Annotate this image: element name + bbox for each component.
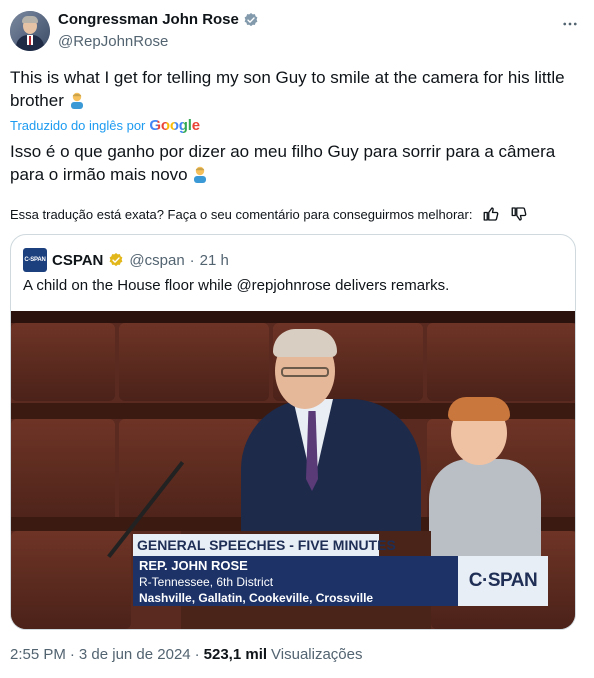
translation-feedback: Essa tradução está exata? Faça o seu com… [10, 205, 528, 223]
glasses [281, 367, 329, 377]
quoted-tweet-age: 21 h [199, 251, 229, 269]
google-logo: Google [149, 117, 200, 134]
quoted-tweet-text: A child on the House floor while @repjoh… [23, 277, 450, 294]
man-shrugging-emoji-icon [194, 166, 207, 183]
more-options-icon[interactable] [560, 14, 580, 34]
tweet-footer: 2:55 PM · 3 de jun de 2024 · 523,1 mil V… [10, 646, 363, 663]
quoted-tweet[interactable]: C-SPAN CSPAN @cspan · 21 h A child on th… [10, 234, 576, 630]
quoted-author-name[interactable]: CSPAN [52, 252, 103, 269]
verified-organization-badge-icon [110, 253, 123, 267]
author-avatar[interactable] [10, 11, 50, 51]
quoted-tweet-header: C-SPAN CSPAN @cspan · 21 h [23, 248, 229, 272]
lower-third-district: R-Tennessee, 6th District [139, 575, 274, 589]
tweet-header: Congressman John Rose @RepJohnRose [10, 10, 584, 54]
translated-text: Isso é o que ganho por dizer ao meu filh… [10, 140, 576, 186]
lower-third-name: REP. JOHN ROSE [139, 558, 248, 573]
separator-dot: · [194, 646, 200, 663]
views-count: 523,1 mil [203, 646, 268, 663]
tweet-text-body: This is what I get for telling my son Gu… [10, 68, 565, 110]
quoted-author-handle: @cspan [129, 251, 185, 269]
translated-by-label: Traduzido do inglês por [10, 118, 146, 133]
cspan-avatar[interactable]: C-SPAN [23, 248, 47, 272]
man-shrugging-emoji-icon [70, 92, 83, 109]
lower-third-towns: Nashville, Gallatin, Cookeville, Crossvi… [139, 591, 374, 605]
author-handle[interactable]: @RepJohnRose [58, 33, 168, 50]
tweet-time[interactable]: 2:55 PM [10, 646, 66, 663]
network-logo: C·SPAN [458, 556, 548, 606]
verified-government-badge-icon [244, 12, 258, 26]
separator-dot: · [69, 646, 75, 663]
tweet-date[interactable]: 3 de jun de 2024 [79, 646, 191, 663]
translated-by-attribution[interactable]: Traduzido do inglês por Google [10, 117, 200, 134]
lower-third-title: GENERAL SPEECHES - FIVE MINUTES [133, 534, 396, 556]
translation-feedback-prompt: Essa tradução está exata? Faça o seu com… [10, 206, 473, 222]
video-player[interactable]: GENERAL SPEECHES - FIVE MINUTES REP. JOH… [11, 311, 575, 629]
separator-dot: · [189, 251, 195, 269]
views-label: Visualizações [271, 646, 363, 663]
translated-text-body: Isso é o que ganho por dizer ao meu filh… [10, 142, 556, 184]
lower-third-info: REP. JOHN ROSE R-Tennessee, 6th District… [133, 556, 458, 606]
author-display-name[interactable]: Congressman John Rose [58, 11, 239, 28]
thumbs-down-icon[interactable] [510, 205, 528, 223]
tweet-text: This is what I get for telling my son Gu… [10, 66, 576, 112]
author-name-row: Congressman John Rose [58, 11, 259, 28]
thumbs-up-icon[interactable] [482, 205, 500, 223]
